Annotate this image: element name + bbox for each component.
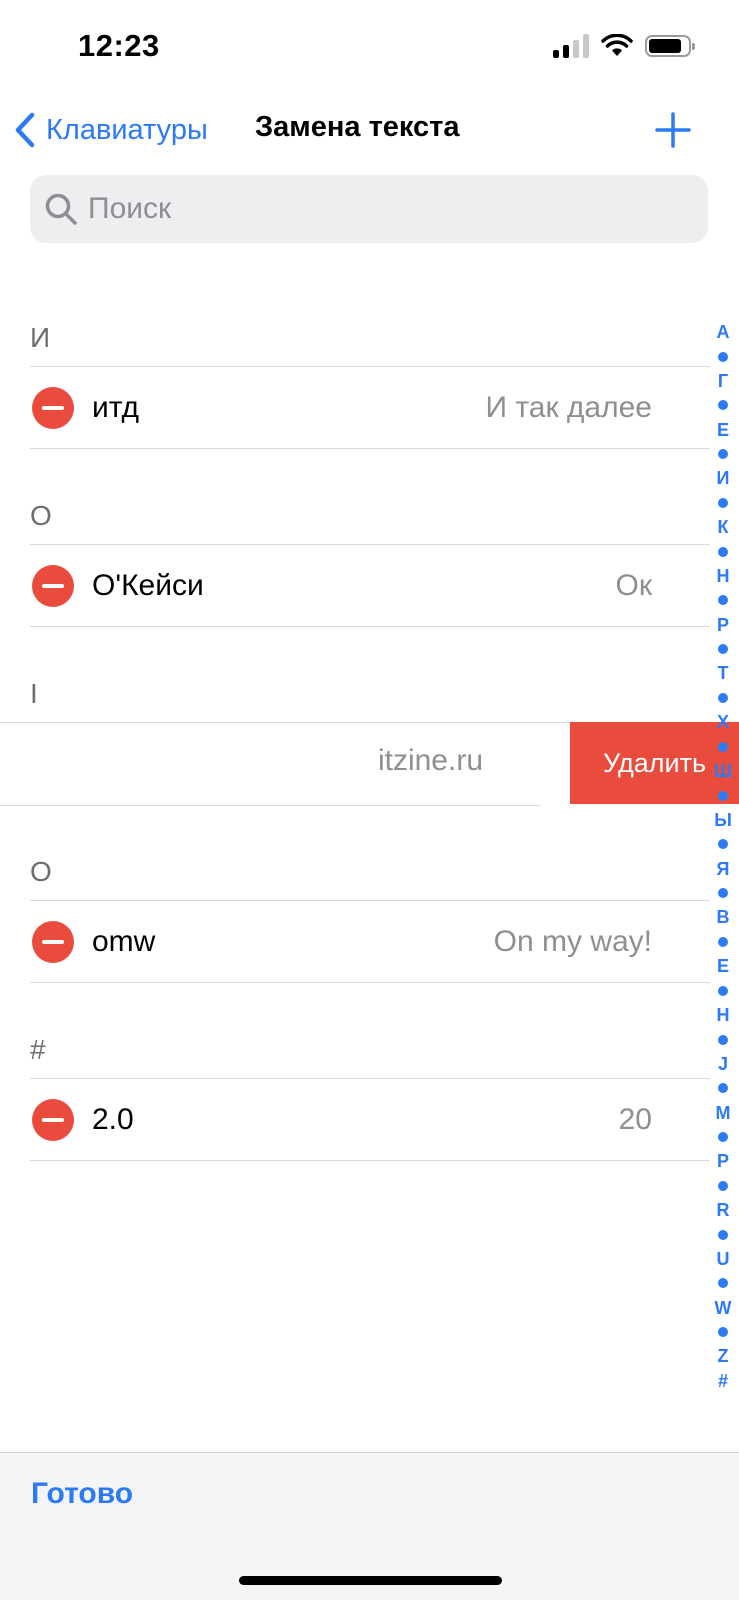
index-letter[interactable]: J	[718, 1052, 728, 1076]
back-button[interactable]: Клавиатуры	[14, 108, 208, 152]
index-letter[interactable]: К	[718, 515, 729, 539]
index-letter[interactable]: W	[715, 1296, 732, 1320]
index-letter[interactable]: Т	[718, 661, 729, 685]
section-divider	[30, 544, 710, 545]
index-letter[interactable]: Н	[717, 564, 730, 588]
phrase-text: И так далее	[485, 391, 652, 424]
row-divider	[0, 805, 540, 806]
index-dot[interactable]	[718, 930, 728, 954]
index-dot[interactable]	[718, 1174, 728, 1198]
index-dot[interactable]	[718, 735, 728, 759]
index-dot[interactable]	[718, 1271, 728, 1295]
shortcut-text: 2.0	[92, 1103, 134, 1136]
index-letter[interactable]: Я	[717, 857, 730, 881]
row-divider	[30, 1160, 710, 1161]
chevron-left-icon	[15, 112, 35, 148]
battery-icon	[645, 35, 695, 57]
delete-toggle-icon[interactable]	[32, 921, 74, 963]
index-dot[interactable]	[718, 1125, 728, 1149]
index-letter[interactable]: А	[717, 320, 730, 344]
index-dot[interactable]	[718, 1222, 728, 1246]
search-input[interactable]	[88, 192, 648, 226]
index-dot[interactable]	[718, 442, 728, 466]
row-divider	[30, 448, 710, 449]
index-dot[interactable]	[718, 1320, 728, 1344]
index-letter[interactable]: M	[716, 1101, 731, 1125]
shortcut-text: omw	[92, 925, 156, 958]
done-button[interactable]: Готово	[31, 1477, 133, 1511]
phrase-text: Ок	[615, 569, 652, 602]
phrase-text: 20	[618, 1103, 652, 1136]
index-dot[interactable]	[718, 686, 728, 710]
index-letter[interactable]: E	[717, 954, 729, 978]
index-dot[interactable]	[718, 1027, 728, 1051]
plus-icon	[655, 112, 691, 148]
section-divider	[30, 900, 710, 901]
index-letter[interactable]: Х	[717, 710, 729, 734]
cellular-signal-icon	[553, 34, 589, 58]
text-replacement-screen: 12:23 Клавиатуры Замена текста Поиск И и…	[0, 0, 739, 1600]
shortcut-text: О'Кейси	[92, 569, 204, 602]
index-letter[interactable]: P	[717, 1149, 729, 1173]
row-divider	[30, 626, 710, 627]
index-dot[interactable]	[718, 637, 728, 661]
index-letter[interactable]: Г	[718, 369, 728, 393]
delete-toggle-icon[interactable]	[32, 387, 74, 429]
section-divider	[30, 366, 710, 367]
phrase-text: On my way!	[493, 925, 652, 958]
phrase-text: itzine.ru	[377, 744, 483, 777]
page-title: Замена текста	[255, 111, 460, 143]
section-header: О	[30, 500, 52, 531]
section-header: O	[30, 856, 52, 887]
index-dot[interactable]	[718, 588, 728, 612]
index-letter[interactable]: B	[717, 905, 730, 929]
status-icons	[553, 34, 695, 58]
section-divider	[30, 1078, 710, 1079]
index-letter[interactable]: H	[717, 1003, 730, 1027]
index-dot[interactable]	[718, 393, 728, 417]
index-letter[interactable]: R	[717, 1198, 730, 1222]
section-index[interactable]: А Г Е И К Н Р Т Х Ш Ы Я B E H J M P R U W Z #	[708, 320, 738, 1393]
section-header: #	[30, 1034, 46, 1065]
index-letter[interactable]: Ы	[714, 808, 732, 832]
index-dot[interactable]	[718, 1076, 728, 1100]
status-time: 12:23	[78, 28, 160, 63]
index-letter[interactable]: И	[717, 466, 730, 490]
back-button-label: Клавиатуры	[46, 113, 208, 146]
index-letter[interactable]: Р	[717, 613, 729, 637]
delete-toggle-icon[interactable]	[32, 1099, 74, 1141]
shortcut-text: итд	[92, 391, 140, 424]
section-header: И	[30, 322, 51, 353]
list-item[interactable]: 2.0 20	[0, 1080, 710, 1160]
row-divider	[30, 982, 710, 983]
index-dot[interactable]	[718, 832, 728, 856]
wifi-icon	[601, 34, 633, 56]
list-item[interactable]: итд И так далее	[0, 368, 710, 448]
section-header: I	[30, 678, 38, 709]
list-item[interactable]: omw On my way!	[0, 902, 710, 982]
index-dot[interactable]	[718, 979, 728, 1003]
index-letter[interactable]: #	[718, 1369, 728, 1393]
home-indicator	[239, 1576, 502, 1585]
search-bar[interactable]	[30, 175, 708, 243]
index-dot[interactable]	[718, 783, 728, 807]
add-button[interactable]	[655, 112, 691, 148]
index-letter[interactable]: Z	[718, 1344, 729, 1368]
delete-toggle-icon[interactable]	[32, 565, 74, 607]
index-dot[interactable]	[718, 540, 728, 564]
index-letter[interactable]: Ш	[714, 759, 732, 783]
index-dot[interactable]	[718, 491, 728, 515]
search-icon	[45, 193, 77, 225]
index-dot[interactable]	[718, 881, 728, 905]
index-letter[interactable]: U	[717, 1247, 730, 1271]
index-dot[interactable]	[718, 344, 728, 368]
list-item[interactable]: О'Кейси Ок	[0, 546, 710, 626]
index-letter[interactable]: Е	[717, 418, 729, 442]
